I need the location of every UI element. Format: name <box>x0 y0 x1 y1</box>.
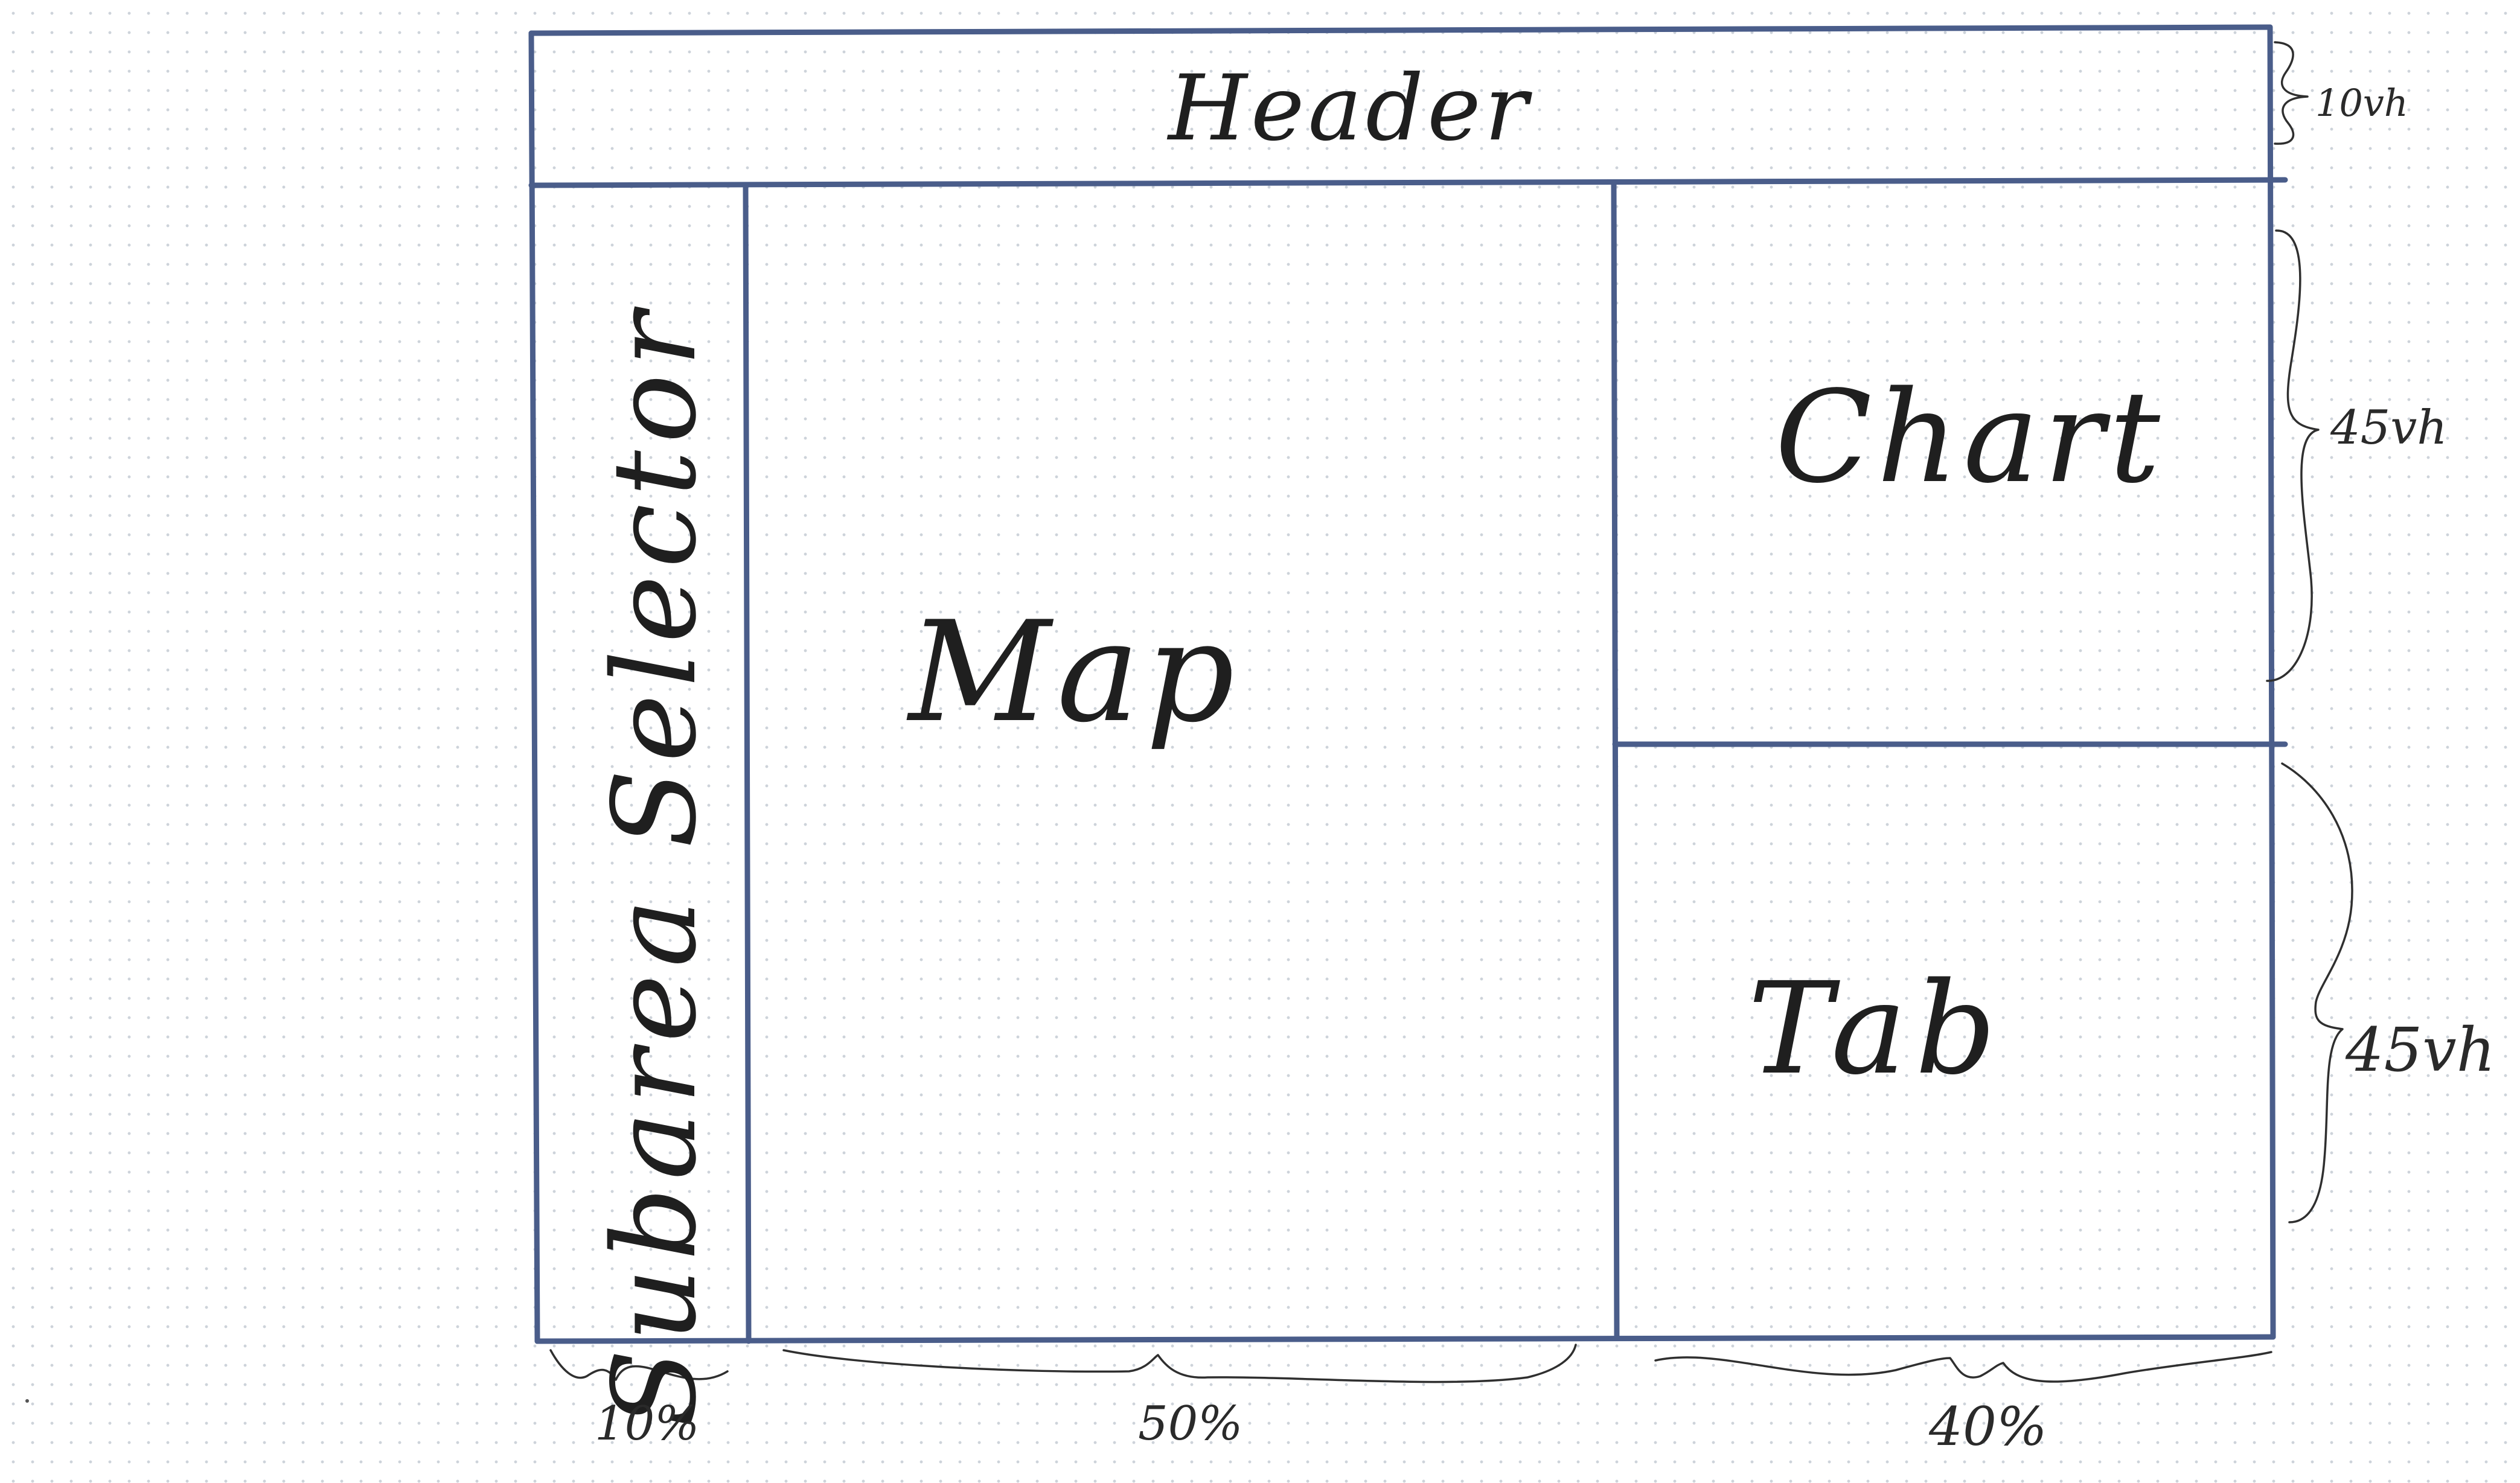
map-region-label: Map <box>909 592 1241 753</box>
map-width-annotation: 50% <box>1138 1397 1243 1451</box>
subarea-width-annotation: 10% <box>595 1397 700 1451</box>
header-height-brace <box>2274 41 2309 145</box>
right-width-brace <box>1654 1351 2272 1383</box>
chart-height-brace <box>2266 229 2320 682</box>
tab-height-brace <box>2281 762 2353 1223</box>
frame-right-line <box>2267 24 2276 1340</box>
subarea-selector-region-label: Subarea Selector <box>588 304 721 1428</box>
chart-region-label: Chart <box>1775 363 2165 511</box>
subarea-divider-line <box>743 182 752 1344</box>
wireframe-drawing <box>528 24 2353 1383</box>
right-column-width-annotation: 40% <box>1929 1395 2047 1458</box>
header-height-annotation: 10vh <box>2315 81 2408 125</box>
tab-height-annotation: 45vh <box>2346 1015 2496 1085</box>
header-region-label: Header <box>1168 56 1532 161</box>
chart-height-annotation: 45vh <box>2330 401 2448 455</box>
stray-ink-dot <box>25 1399 29 1403</box>
frame-top-line <box>528 24 2273 36</box>
map-divider-line <box>1611 180 1620 1341</box>
header-divider-line <box>528 177 2288 188</box>
frame-bottom-line <box>534 1334 2276 1344</box>
map-width-brace <box>782 1344 1577 1383</box>
tab-region-label: Tab <box>1748 955 2005 1103</box>
frame-left-line <box>528 30 540 1344</box>
